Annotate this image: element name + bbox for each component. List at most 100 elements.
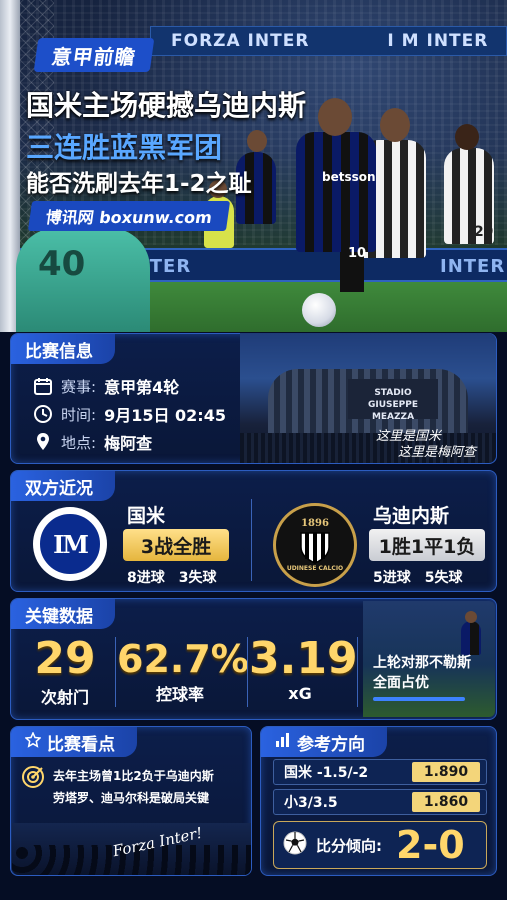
stand-banner: FORZA INTER I M INTER [150, 26, 507, 56]
venue-row: 地点: 梅阿查 [33, 430, 152, 454]
stat-label: xG [288, 684, 312, 703]
stand-banner-text-2: I M INTER [387, 31, 489, 51]
stadium-sign: STADIO GIUSEPPE MEAZZA [348, 379, 438, 422]
time-row: 时间: 9月15日 02:45 [33, 402, 226, 426]
category-tag: 意甲前瞻 [33, 38, 155, 72]
fans-image: Forza Inter! [12, 823, 251, 875]
location-pin-icon [33, 432, 53, 452]
site-link[interactable]: 博讯网 boxunw.com [27, 201, 231, 231]
highlights-title: 比赛看点 [47, 734, 115, 755]
venue-label: 地点: [61, 433, 97, 452]
target-icon [21, 765, 45, 789]
divider [357, 637, 358, 707]
event-row: 赛事: 意甲第4轮 [33, 374, 179, 398]
player-number: 10 [348, 246, 367, 261]
player-head [318, 98, 352, 136]
stadium-image: STADIO GIUSEPPE MEAZZA 这里是国米 这里是梅阿查 [240, 333, 496, 463]
event-value: 意甲第4轮 [104, 378, 180, 397]
headline-line-1: 国米主场硬撼乌迪内斯 [26, 89, 307, 122]
star-badge-icon [24, 730, 42, 753]
soccer-ball-icon [282, 830, 308, 860]
stadium-sign-line-2: GIUSEPPE MEAZZA [367, 400, 418, 422]
player-head [455, 124, 479, 150]
player-number: 29 [474, 224, 494, 240]
crest-shield-icon [300, 532, 330, 564]
stand-banner-text-1: FORZA INTER [171, 31, 310, 51]
event-label: 赛事: [61, 377, 97, 396]
stat-label: 次射门 [40, 688, 89, 707]
udinese-crest: 1896 UDINESE CALCIO [273, 503, 357, 587]
inter-crest: IM [33, 507, 107, 581]
time-label: 时间: [61, 405, 97, 424]
highlights-panel: 比赛看点 去年主场曾1比2负于乌迪内斯 劳塔罗、迪马尔科是破局关键 Forza … [10, 726, 252, 876]
note-line-1: 上轮对那不勒斯 [373, 655, 471, 671]
clock-icon [33, 404, 53, 424]
player-head [247, 130, 267, 152]
reference-title: 参考方向 [297, 734, 365, 755]
underline-stroke [373, 697, 465, 701]
reference-panel: 参考方向 国米 -1.5/-2 1.890 小3/3.5 1.860 比分倾向:… [260, 726, 497, 876]
player-head [465, 611, 477, 623]
divider [115, 637, 116, 707]
team-form-panel: 双方近况 IM 国米 3战全胜 8进球 3失球 1896 UDINESE CAL… [10, 470, 497, 592]
highlight-line-2: 劳塔罗、迪马尔科是破局关键 [53, 791, 210, 805]
football [302, 293, 336, 327]
last-match-note: 上轮对那不勒斯 全面占优 [373, 653, 471, 693]
match-info-title: 比赛信息 [11, 334, 115, 364]
team-form-title: 双方近况 [11, 471, 115, 501]
highlight-line-1: 去年主场曾1比2负于乌迪内斯 [53, 769, 214, 783]
stat-xg: 3.19 xG [249, 633, 358, 703]
stadium-sign-line-1: STADIO [374, 388, 412, 398]
time-value: 9月15日 02:45 [104, 406, 226, 425]
divider [247, 637, 248, 707]
odds-value: 1.890 [412, 762, 480, 782]
score-value: 2-0 [396, 823, 465, 867]
odds-value: 1.860 [412, 792, 480, 812]
highlights-header: 比赛看点 [11, 727, 137, 757]
away-team-name: 乌迪内斯 [373, 505, 450, 527]
player-inter-thumb [461, 621, 481, 655]
stat-label: 控球率 [155, 685, 204, 704]
away-record-badge: 1胜1平1负 [369, 529, 485, 561]
stat-value: 29 [34, 633, 96, 684]
highlights-text: 去年主场曾1比2负于乌迪内斯 劳塔罗、迪马尔科是破局关键 [53, 765, 214, 809]
divider [251, 499, 252, 581]
goalkeeper-number: 40 [38, 244, 86, 284]
adboard-text-2: INTER [440, 256, 506, 277]
key-data-panel: 关键数据 29 次射门 62.7% 控球率 3.19 xG 上轮对那不勒斯 全面… [10, 598, 497, 720]
home-team-name: 国米 [127, 505, 166, 527]
venue-value: 梅阿查 [104, 434, 153, 453]
key-data-title: 关键数据 [11, 599, 115, 629]
score-prediction: 比分倾向: 2-0 [273, 821, 487, 869]
stat-shots: 29 次射门 [19, 633, 111, 708]
headline-line-3: 能否洗刷去年1-2之耻 [26, 171, 252, 197]
bar-chart-icon [275, 732, 291, 753]
score-label: 比分倾向: [316, 836, 382, 855]
inter-crest-letters: IM [37, 511, 103, 577]
odds-row: 小3/3.5 1.860 [273, 789, 487, 815]
home-record-badge: 3战全胜 [123, 529, 229, 561]
odds-row: 国米 -1.5/-2 1.890 [273, 759, 487, 785]
hero-banner: FORZA INTER I M INTER INTER INTER 29 bet… [0, 0, 507, 332]
crest-text: UDINESE CALCIO [286, 565, 344, 572]
crest-year: 1896 [301, 518, 329, 529]
odds-label: 国米 -1.5/-2 [284, 765, 369, 781]
home-scored: 8进球 [127, 570, 165, 586]
headline-line-2: 三连胜蓝黑军团 [26, 131, 223, 164]
odds-label: 小3/3.5 [284, 795, 338, 811]
home-goals-row: 8进球 3失球 [127, 567, 217, 587]
stat-possession: 62.7% 控球率 [117, 633, 249, 705]
reference-header: 参考方向 [261, 727, 387, 757]
note-line-2: 全面占优 [373, 675, 429, 691]
stat-value: 3.19 [249, 633, 358, 684]
player-head [380, 108, 410, 142]
home-conceded: 3失球 [178, 570, 217, 586]
last-match-image: 上轮对那不勒斯 全面占优 [363, 601, 495, 717]
player-inter-main [296, 132, 376, 252]
handwriting-2: 这里是梅阿查 [398, 445, 477, 460]
calendar-icon [33, 376, 53, 396]
away-goals-row: 5进球 5失球 [373, 567, 463, 587]
stat-value: 62.7% [117, 637, 249, 681]
shirt-sponsor: betsson [322, 170, 376, 184]
away-scored: 5进球 [373, 570, 411, 586]
